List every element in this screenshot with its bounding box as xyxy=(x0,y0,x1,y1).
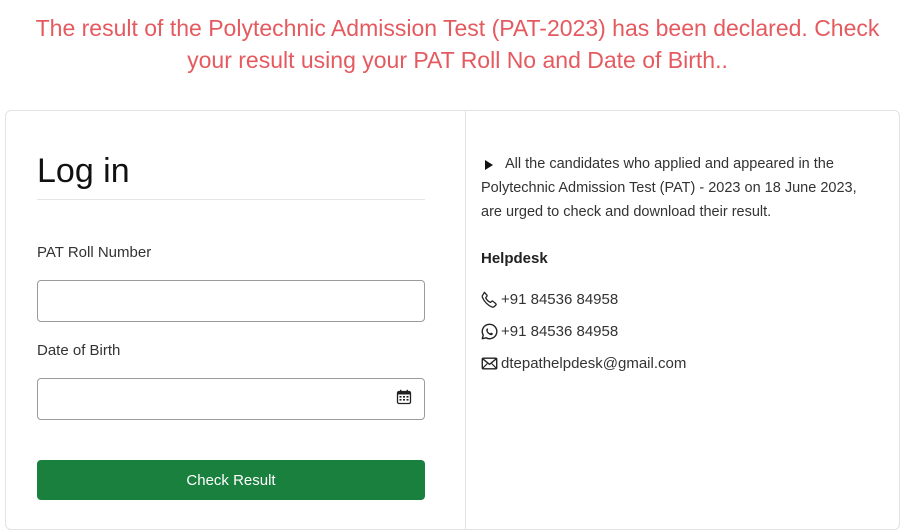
roll-number-label: PAT Roll Number xyxy=(37,244,152,261)
title-divider xyxy=(37,199,425,200)
whatsapp-icon xyxy=(481,323,498,339)
login-form: Log in PAT Roll Number Date of Birth Che… xyxy=(6,111,466,529)
dob-input[interactable] xyxy=(37,378,425,420)
dob-label: Date of Birth xyxy=(37,342,121,359)
login-card: Log in PAT Roll Number Date of Birth Che… xyxy=(5,110,900,530)
info-panel: All the candidates who applied and appea… xyxy=(481,111,891,529)
info-text: All the candidates who applied and appea… xyxy=(481,156,857,220)
helpdesk-whatsapp: +91 84536 84958 xyxy=(481,321,618,341)
helpdesk-email: dtepathelpdesk@gmail.com xyxy=(481,353,686,373)
email-address[interactable]: dtepathelpdesk@gmail.com xyxy=(501,355,686,372)
phone-icon xyxy=(481,291,497,308)
helpdesk-title: Helpdesk xyxy=(481,250,548,267)
whatsapp-number: +91 84536 84958 xyxy=(501,322,619,340)
calendar-icon[interactable] xyxy=(396,389,412,405)
phone-number: +91 84536 84958 xyxy=(501,290,619,308)
envelope-icon xyxy=(481,356,498,370)
check-result-button[interactable]: Check Result xyxy=(37,460,425,500)
result-notice: The result of the Polytechnic Admission … xyxy=(35,15,880,73)
helpdesk-phone: +91 84536 84958 xyxy=(481,289,618,309)
roll-number-input[interactable] xyxy=(37,280,425,322)
login-title: Log in xyxy=(37,152,130,190)
